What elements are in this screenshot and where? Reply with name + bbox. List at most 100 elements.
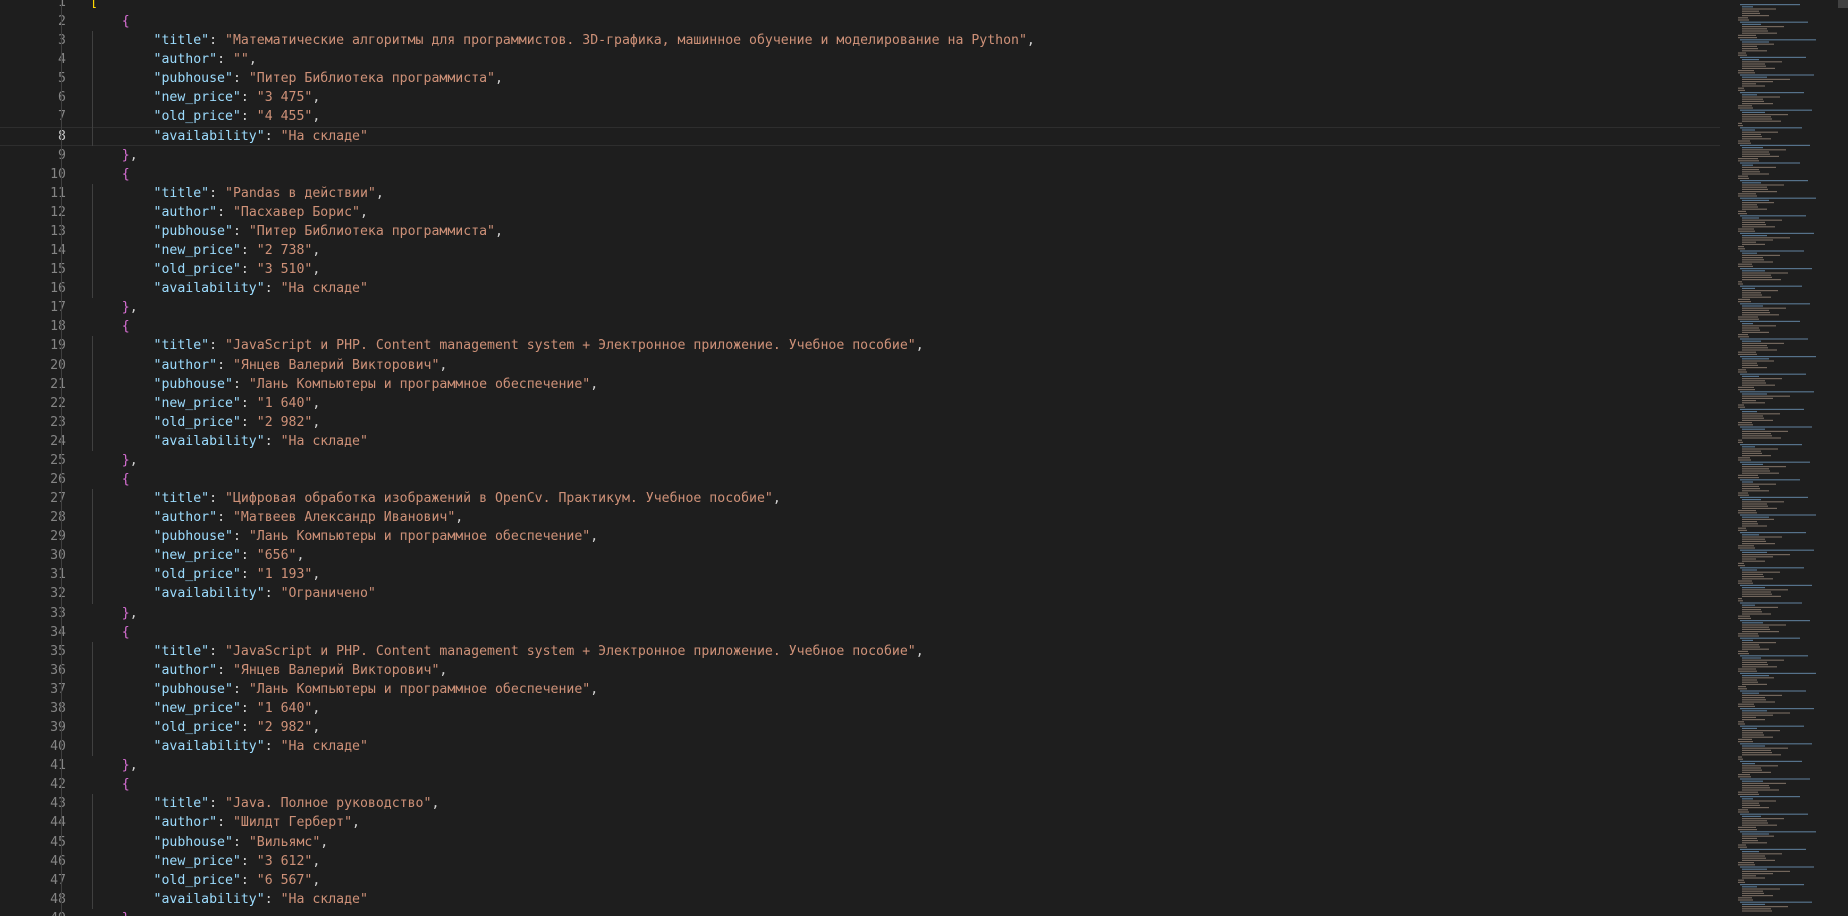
code-line[interactable]: 18 { [0,317,1720,336]
vertical-scrollbar[interactable] [1838,0,1848,916]
code-line[interactable]: 7 "old_price": "4 455", [0,107,1720,126]
minimap-line [1738,158,1758,160]
code-line[interactable]: 46 "new_price": "3 612", [0,852,1720,871]
minimap-line [1740,39,1816,41]
minimap-line [1742,307,1786,309]
json-string: "Шилдт Герберт" [232,815,353,831]
code-line[interactable]: 2 { [0,12,1720,31]
code-line[interactable]: 48 "availability": "На складе" [0,890,1720,909]
code-line[interactable]: 27 "title": "Цифровая обработка изображе… [0,489,1720,508]
code-line[interactable]: 5 "pubhouse": "Питер Библиотека программ… [0,69,1720,88]
minimap-line [1742,661,1767,663]
code-line[interactable]: 22 "new_price": "1 640", [0,394,1720,413]
code-line[interactable]: 9 }, [0,146,1720,165]
code-line[interactable]: 33 }, [0,604,1720,623]
minimap-line [1738,494,1749,496]
minimap-line [1738,246,1744,248]
code-editor[interactable]: 1[2 {3 "title": "Математические алгоритм… [0,0,1720,916]
minimap-line [1738,527,1746,529]
code-line[interactable]: 23 "old_price": "2 982", [0,413,1720,432]
code-line[interactable]: 25 }, [0,451,1720,470]
code-line[interactable]: 41 }, [0,756,1720,775]
code-line[interactable]: 3 "title": "Математические алгоритмы для… [0,31,1720,50]
code-line[interactable]: 32 "availability": "Ограничено" [0,584,1720,603]
code-line[interactable]: 40 "availability": "На складе" [0,737,1720,756]
code-line[interactable]: 24 "availability": "На складе" [0,432,1720,451]
minimap-line [1740,144,1810,146]
minimap-line [1738,457,1750,459]
json-comma: , [312,109,321,125]
code-line[interactable]: 1[ [0,0,1720,12]
code-line[interactable]: 13 "pubhouse": "Питер Библиотека програм… [0,222,1720,241]
code-line[interactable]: 38 "new_price": "1 640", [0,699,1720,718]
minimap-line [1742,780,1763,782]
code-line[interactable]: 44 "author": "Шилдт Герберт", [0,813,1720,832]
code-line[interactable]: 35 "title": "JavaScript и PHP. Content m… [0,642,1720,661]
json-colon: : [240,872,257,888]
code-line[interactable]: 26 { [0,470,1720,489]
code-line[interactable]: 12 "author": "Пасхавер Борис", [0,203,1720,222]
code-line[interactable]: 36 "author": "Янцев Валерий Викторович", [0,661,1720,680]
code-line[interactable]: 43 "title": "Java. Полное руководство", [0,794,1720,813]
json-colon: : [264,128,281,144]
code-text: "old_price": "3 510", [90,260,321,279]
json-comma: , [296,548,305,564]
code-line[interactable]: 10 { [0,165,1720,184]
minimap-line [1742,347,1768,349]
code-text: "old_price": "6 567", [90,871,321,890]
code-text: "old_price": "2 982", [90,718,321,737]
minimap-line [1742,199,1769,201]
line-number: 28 [50,510,66,526]
minimap-line [1742,243,1765,245]
code-line[interactable]: 42 { [0,775,1720,794]
code-line[interactable]: 37 "pubhouse": "Лань Компьютеры и програ… [0,680,1720,699]
minimap-line [1742,888,1780,890]
minimap-line [1738,353,1757,355]
minimap[interactable] [1728,0,1848,916]
code-line[interactable]: 21 "pubhouse": "Лань Компьютеры и програ… [0,375,1720,394]
code-line[interactable]: 49 }, [0,909,1720,916]
code-line[interactable]: 19 "title": "JavaScript и PHP. Content m… [0,336,1720,355]
json-key: "title" [153,491,210,507]
minimap-line [1742,186,1767,188]
code-line[interactable]: 14 "new_price": "2 738", [0,241,1720,260]
code-line[interactable]: 20 "author": "Янцев Валерий Викторович", [0,356,1720,375]
line-number: 31 [50,567,66,583]
code-text: }, [90,451,138,470]
scrollbar-slider[interactable] [1838,0,1848,8]
code-line[interactable]: 39 "old_price": "2 982", [0,718,1720,737]
code-line[interactable]: 31 "old_price": "1 193", [0,565,1720,584]
code-line[interactable]: 34 { [0,623,1720,642]
json-colon: : [264,281,281,297]
code-line[interactable]: 4 "author": "", [0,50,1720,69]
line-number: 4 [58,52,66,68]
minimap-line [1742,100,1764,102]
minimap-line [1740,848,1806,850]
json-key: "title" [153,643,210,659]
minimap-line [1738,404,1744,406]
minimap-line [1738,72,1755,74]
minimap-line [1742,822,1768,824]
code-line[interactable]: 6 "new_price": "3 475", [0,88,1720,107]
code-line[interactable]: 17 }, [0,298,1720,317]
code-line[interactable]: 45 "pubhouse": "Вильямс", [0,833,1720,852]
minimap-line [1742,787,1770,789]
minimap-line [1738,17,1748,19]
minimap-line [1742,50,1767,52]
code-line[interactable]: 30 "new_price": "656", [0,546,1720,565]
code-line[interactable]: 29 "pubhouse": "Лань Компьютеры и програ… [0,527,1720,546]
code-line[interactable]: 16 "availability": "На складе" [0,279,1720,298]
code-line[interactable]: 28 "author": "Матвеев Александр Иванович… [0,508,1720,527]
json-comma: , [375,185,384,201]
code-line[interactable]: 15 "old_price": "3 510", [0,260,1720,279]
minimap-line [1742,325,1776,327]
code-line[interactable]: 47 "old_price": "6 567", [0,871,1720,890]
minimap-line [1738,263,1752,265]
code-line[interactable]: 11 "title": "Pandas в действии", [0,184,1720,203]
json-comma: , [312,262,321,278]
minimap-line [1742,314,1779,316]
json-string: "3 612" [256,853,313,869]
minimap-line [1740,127,1802,129]
json-brace: } [121,147,130,163]
code-line[interactable]: 8 "availability": "На складе" [0,127,1720,146]
